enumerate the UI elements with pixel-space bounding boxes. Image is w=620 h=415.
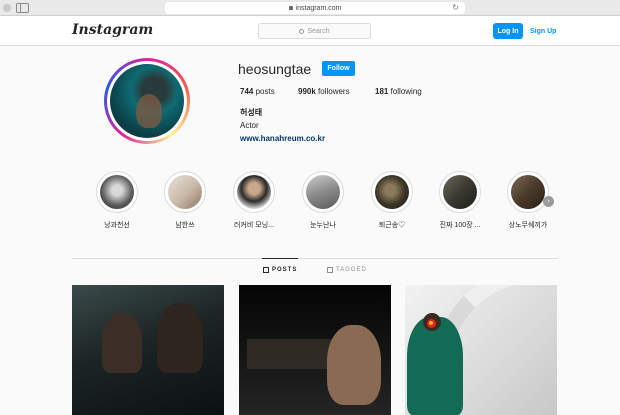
- highlight-item[interactable]: 진짜 100장 ...: [438, 171, 482, 230]
- profile-bio: Actor: [240, 121, 259, 130]
- tab-tagged[interactable]: TAGGED: [327, 267, 367, 273]
- url-text: instagram.com: [295, 4, 342, 12]
- active-tab-indicator: [262, 258, 298, 259]
- profile-name: 허성태: [240, 108, 263, 117]
- reload-icon[interactable]: ↻: [452, 3, 459, 12]
- highlight-cover: [507, 171, 549, 213]
- highlight-item[interactable]: 남한쓰: [163, 171, 207, 230]
- window-controls[interactable]: [3, 4, 11, 12]
- close-window-icon[interactable]: [3, 4, 11, 12]
- profile-username: heosungtae: [238, 61, 312, 77]
- following-count: 181: [375, 87, 389, 96]
- search-input[interactable]: Search: [258, 23, 371, 39]
- posts-label: posts: [255, 87, 275, 96]
- profile-avatar[interactable]: [104, 58, 190, 144]
- highlight-item[interactable]: 눈누난나: [301, 171, 345, 230]
- search-icon: [299, 28, 305, 34]
- highlight-label: 남한쓰: [175, 222, 195, 229]
- avatar-image: [110, 64, 184, 138]
- followers-label: followers: [318, 87, 350, 96]
- highlight-item[interactable]: 낭과천선: [95, 171, 139, 230]
- highlight-label: 낭과천선: [104, 222, 130, 229]
- tab-posts-label: POSTS: [272, 267, 298, 273]
- heart-sticker-icon: [427, 319, 436, 328]
- highlight-cover: [164, 171, 206, 213]
- highlight-label: 진짜 100장 ...: [439, 222, 481, 229]
- post-thumbnail[interactable]: [72, 285, 224, 415]
- highlight-label: 러커비 모닝...: [234, 222, 274, 229]
- posts-count: 744: [240, 87, 254, 96]
- followers-stat[interactable]: 990k followers: [298, 87, 375, 96]
- highlight-label: 퇴근송♡: [378, 222, 406, 229]
- lock-icon: [288, 6, 293, 10]
- instagram-header: Instagram Search Log In Sign Up: [0, 16, 620, 46]
- following-stat[interactable]: 181 following: [375, 87, 422, 96]
- highlight-cover: [96, 171, 138, 213]
- following-label: following: [390, 87, 422, 96]
- posts-stat: 744 posts: [240, 87, 298, 96]
- highlight-item[interactable]: 러커비 모닝...: [232, 171, 276, 230]
- tag-icon: [327, 267, 333, 273]
- highlight-cover: [371, 171, 413, 213]
- highlight-cover: [439, 171, 481, 213]
- signup-button[interactable]: Sign Up: [530, 23, 556, 39]
- follow-button[interactable]: Follow: [322, 61, 355, 76]
- profile-website-link[interactable]: www.hanahreum.co.kr: [240, 134, 325, 143]
- instagram-logo[interactable]: Instagram: [72, 22, 153, 38]
- highlight-cover: [233, 171, 275, 213]
- highlight-item[interactable]: 퇴근송♡: [370, 171, 414, 230]
- browser-toolbar: instagram.com ↻: [0, 0, 620, 16]
- tabs-divider: [72, 258, 558, 259]
- search-placeholder: Search: [307, 27, 330, 35]
- followers-count: 990k: [298, 87, 316, 96]
- highlight-label: 눈누난나: [310, 222, 336, 229]
- sidebar-toggle-icon[interactable]: [16, 3, 29, 13]
- highlight-label: 상노무쉐끼가: [508, 222, 548, 229]
- tab-posts[interactable]: POSTS: [263, 267, 297, 273]
- post-thumbnail[interactable]: [239, 285, 391, 415]
- chevron-right-icon[interactable]: ›: [543, 196, 554, 207]
- address-bar[interactable]: instagram.com ↻: [165, 2, 465, 14]
- post-thumbnail[interactable]: [405, 285, 557, 415]
- grid-icon: [263, 267, 269, 273]
- tab-tagged-label: TAGGED: [336, 267, 367, 273]
- login-button[interactable]: Log In: [493, 23, 523, 39]
- profile-stats: 744 posts 990k followers 181 following: [240, 87, 422, 96]
- highlight-cover: [302, 171, 344, 213]
